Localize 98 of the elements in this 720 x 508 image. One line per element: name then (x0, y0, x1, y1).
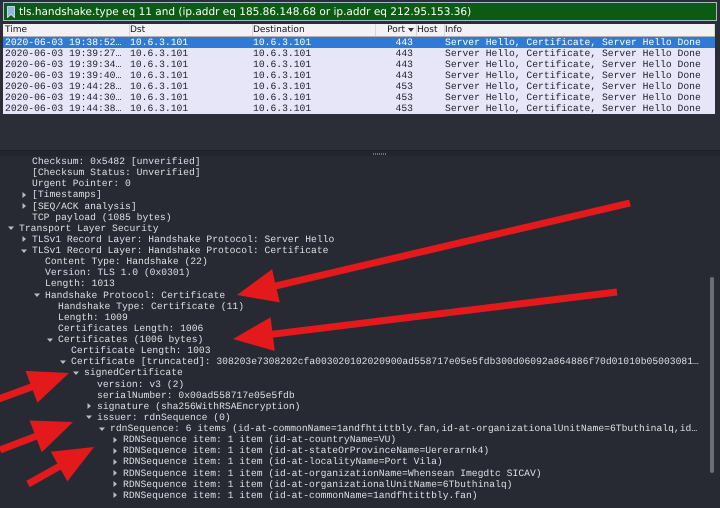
caret-icon[interactable] (86, 414, 92, 420)
table-cell-text: 2020-06-03 19:39:27… (5, 48, 122, 59)
table-cell-text: 453 (394, 92, 414, 103)
tree-item[interactable]: RDNSequence item: 1 item (id-at-stateOrProvinceName=Uererarnk4) (123, 445, 490, 456)
tree-item[interactable]: signedCertificate (84, 367, 183, 378)
caret-icon[interactable] (34, 292, 40, 298)
tree-item[interactable]: Checksum: 0x5482 [unverified] (32, 156, 201, 168)
column-header[interactable]: Time (5, 24, 130, 36)
scrollbar-thumb[interactable] (710, 277, 714, 473)
table-cell-text: Server Hello, Certificate, Server Hello Done (445, 37, 702, 48)
table-cell-text: 10.6.3.101 (130, 92, 190, 103)
table-cell-text: 2020-06-03 19:39:34… (5, 59, 122, 70)
sort-caret-icon (408, 28, 414, 32)
tree-item[interactable]: Handshake Type: Certificate (11) (58, 300, 244, 312)
caret-icon[interactable] (21, 192, 27, 198)
table-cell-text: 10.6.3.101 (130, 37, 190, 48)
tree-item[interactable]: RDNSequence item: 1 item (id-at-organizationalUnitName=6Tbuthinalq) (123, 478, 513, 490)
table-cell-text: 10.6.3.101 (253, 37, 312, 48)
caret-icon[interactable] (21, 236, 27, 242)
table-cell-text: 10.6.3.101 (253, 59, 312, 70)
table-cell-text: 10.6.3.101 (253, 92, 312, 103)
column-header[interactable]: Port (376, 24, 417, 36)
caret-icon[interactable] (60, 358, 66, 365)
table-cell-text: 443 (394, 70, 414, 81)
caret-icon[interactable] (112, 448, 118, 454)
tree-item[interactable]: RDNSequence item: 1 item (id-at-organizationName=Whensean Imegdtc SICAV) (123, 468, 542, 479)
table-cell-text: 10.6.3.101 (130, 81, 190, 92)
tree-item[interactable]: RDNSequence item: 1 item (id-at-countryName=VU) (123, 434, 396, 446)
table-cell-text: 10.6.3.101 (253, 70, 312, 81)
tree-item[interactable]: rdnSequence: 6 items (id-at-commonName=1andfhtittbly.fan,id-at-organizationalUnitName=6Tbuthinalq,id… (110, 423, 698, 434)
filter-field[interactable]: tls.handshake.type eq 11 and (ip.addr eq 185.86.148.68 or ip.addr eq 212.95.153.36) (3, 2, 717, 21)
table-cell-text: 10.6.3.101 (253, 103, 312, 114)
caret-icon[interactable] (21, 248, 27, 254)
tree-item[interactable]: RDNSequence item: 1 item (id-at-commonName=1andfhtittbly.fan) (123, 490, 478, 501)
bookmark-icon[interactable] (7, 6, 15, 18)
table-cell-text: Server Hello, Certificate, Server Hello Done (445, 81, 702, 92)
caret-icon[interactable] (47, 336, 53, 343)
tree-item[interactable]: signature (sha256WithRSAEncryption) (97, 400, 300, 412)
arrow (0, 370, 69, 404)
tree-item[interactable]: TLSv1 Record Layer: Handshake Protocol: Certificate (32, 245, 328, 256)
table-cell-text: 443 (394, 59, 414, 70)
column-header[interactable]: Host (417, 24, 445, 36)
table-cell-text: 10.6.3.101 (130, 70, 190, 81)
caret-icon[interactable] (73, 370, 79, 376)
tree-item[interactable]: serialNumber: 0x00ad558717e05e5fdb (97, 390, 295, 401)
table-cell-text: 10.6.3.101 (130, 59, 190, 70)
table-cell-text: Server Hello, Certificate, Server Hello Done (445, 103, 702, 114)
caret-icon[interactable] (112, 470, 118, 476)
table-cell-text: 2020-06-03 19:38:52… (5, 37, 122, 48)
table-cell-text: 443 (394, 48, 414, 59)
column-header[interactable]: Dst (130, 24, 253, 36)
arrow (26, 447, 94, 488)
tree-item[interactable]: Length: 1009 (58, 312, 128, 323)
table-cell-text: 10.6.3.101 (130, 48, 190, 59)
tree-item[interactable]: [SEQ/ACK analysis] (32, 200, 137, 212)
tree-item[interactable]: Certificates (1006 bytes) (58, 334, 204, 346)
table-cell-text: 10.6.3.101 (130, 103, 190, 114)
table-cell-text: 10.6.3.101 (253, 48, 312, 59)
tree-item[interactable]: Certificate Length: 1003 (71, 345, 211, 356)
table-cell-text: Server Hello, Certificate, Server Hello Done (445, 92, 702, 103)
caret-icon[interactable] (112, 481, 118, 488)
table-cell-text: 10.6.3.101 (253, 81, 312, 92)
tree-item[interactable]: version: v3 (2) (97, 378, 184, 390)
caret-icon[interactable] (112, 458, 118, 465)
tree-item[interactable]: RDNSequence item: 1 item (id-at-localityName=Port Vila) (123, 456, 443, 468)
table-cell-text: Server Hello, Certificate, Server Hello Done (445, 70, 702, 81)
tree-item[interactable]: Length: 1013 (45, 278, 115, 290)
tree-item[interactable]: Certificates Length: 1006 (58, 322, 204, 334)
caret-icon[interactable] (112, 436, 118, 443)
table-cell-text: 443 (394, 37, 414, 48)
tree-item[interactable]: Version: TLS 1.0 (0x0301) (45, 267, 190, 278)
tree-item[interactable]: Urgent Pointer: 0 (32, 178, 131, 190)
splitter-handle[interactable] (373, 152, 387, 154)
tree-item[interactable]: Handshake Protocol: Certificate (45, 290, 226, 301)
table-cell-text: 453 (394, 81, 414, 92)
packet-row[interactable]: 2020-06-03 19:38:52… 10.6.3.101 10.6.3.101 443 Server Hello, Certificate, Server Hello Done (3, 37, 715, 48)
column-header[interactable]: Destination (253, 24, 376, 36)
caret-icon[interactable] (8, 225, 14, 232)
caret-icon[interactable] (21, 203, 27, 210)
caret-icon[interactable] (112, 492, 118, 498)
table-cell-text: 2020-06-03 19:44:38… (5, 103, 122, 114)
table-cell-text: Server Hello, Certificate, Server Hello Done (445, 59, 702, 70)
table-cell-text: 2020-06-03 19:39:40… (5, 70, 122, 81)
tree-item[interactable]: Transport Layer Security (19, 222, 159, 234)
column-header[interactable]: Info (445, 24, 715, 36)
caret-icon[interactable] (99, 426, 105, 432)
tree-item[interactable]: [Checksum Status: Unverified] (32, 167, 201, 178)
tree-item[interactable]: Content Type: Handshake (22) (45, 256, 208, 268)
caret-icon[interactable] (86, 403, 92, 410)
table-cell-text: 453 (394, 103, 414, 114)
tree-item[interactable]: Certificate [truncated]: 308203e7308202cfa003020102020900ad558717e05e5fdb300d06092a864886f70d01010b05003081… (71, 356, 699, 368)
tree-item[interactable]: [Timestamps] (32, 189, 102, 200)
table-cell-text: Server Hello, Certificate, Server Hello Done (445, 48, 702, 59)
tree-item[interactable]: TCP payload (1085 bytes) (32, 212, 172, 223)
table-cell-text: 2020-06-03 19:44:28… (5, 81, 122, 92)
tree-item[interactable]: TLSv1 Record Layer: Handshake Protocol: Server Hello (32, 234, 334, 245)
tree-item[interactable]: issuer: rdnSequence (0) (97, 412, 231, 423)
table-cell-text: 2020-06-03 19:44:30… (5, 92, 122, 103)
